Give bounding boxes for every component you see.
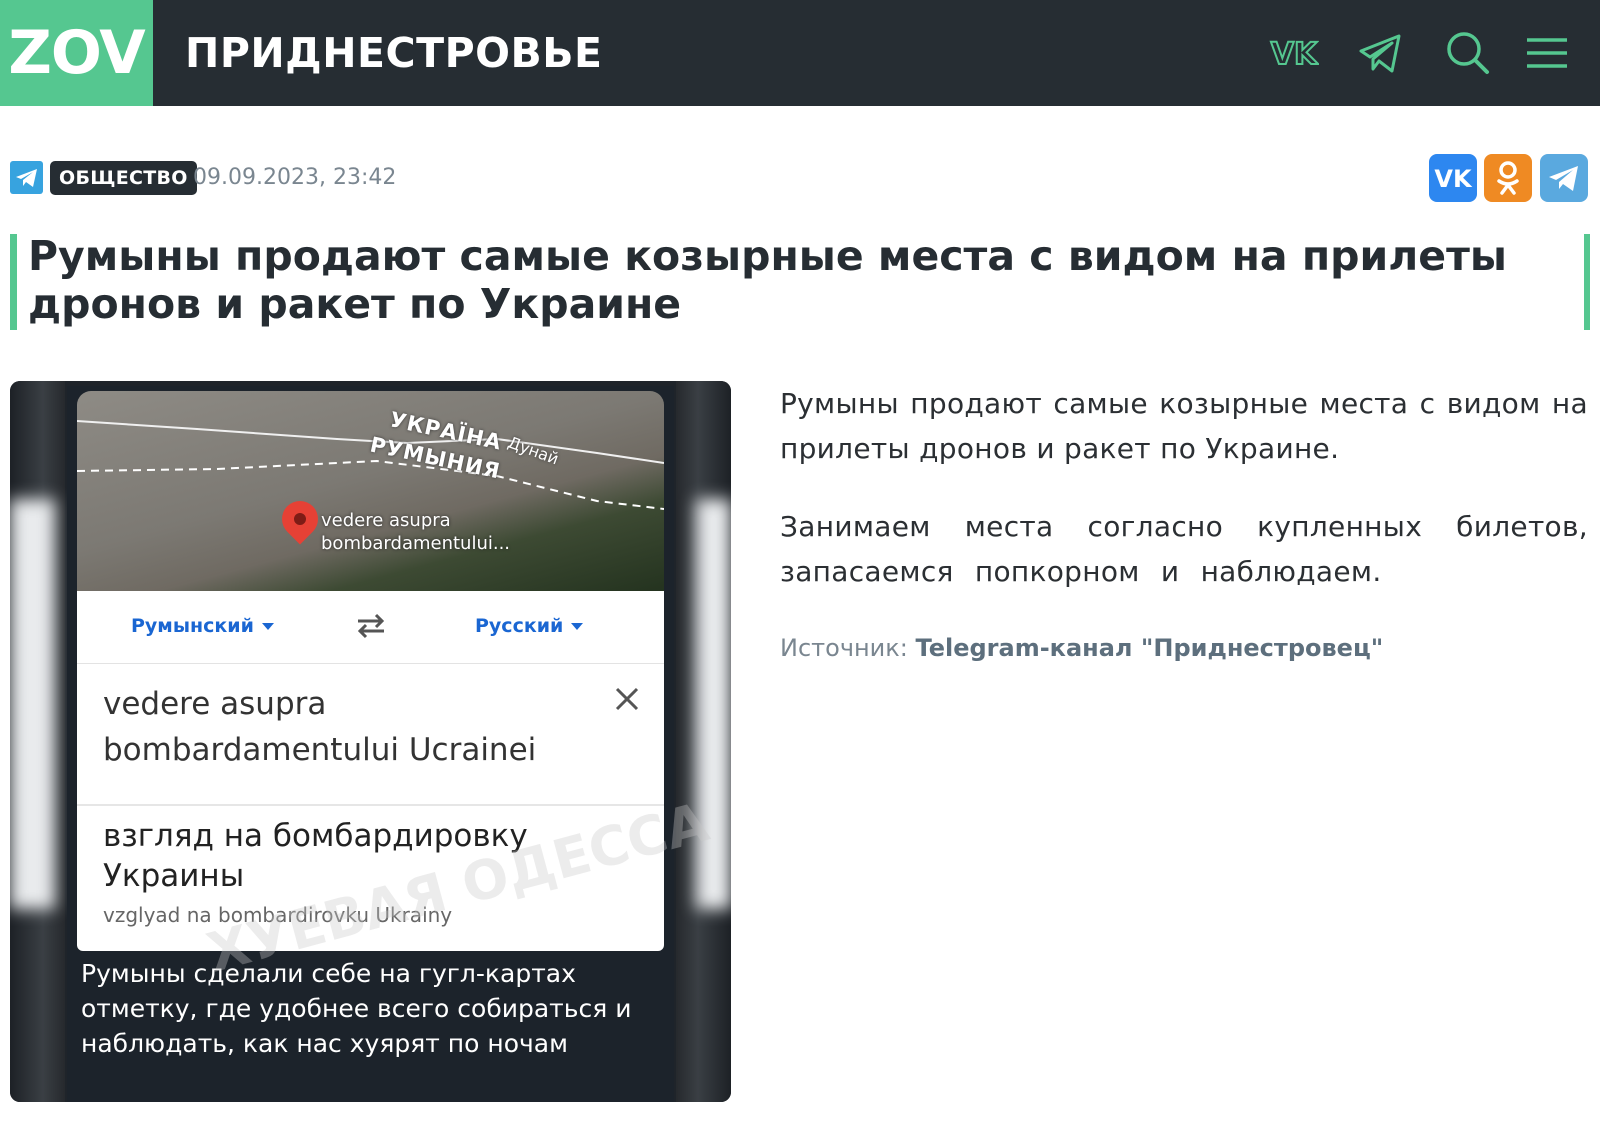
publish-date: 09.09.2023, 23:42 — [193, 165, 397, 190]
map-pin-label-line: vedere asupra — [321, 510, 451, 531]
site-header: ZOV ПРИДНЕСТРОВЬЕ VK — [0, 0, 1600, 106]
source-link[interactable]: Telegram-канал "Приднестровец" — [916, 634, 1384, 662]
close-icon — [615, 687, 639, 711]
article-paragraph: Занимаем места согласно купленных билето… — [780, 510, 1588, 588]
map-pin-label: vedere asupra bombardamentului... — [321, 509, 510, 555]
article-image[interactable]: УКРАЇНА РУМЫНИЯ Дунай vedere asupra bomb… — [10, 381, 731, 1102]
telegram-icon[interactable] — [10, 161, 43, 194]
headline-accent-bar — [10, 234, 17, 330]
vk-icon: VK — [1434, 165, 1473, 193]
map-pin-label-line: bombardamentului... — [321, 533, 511, 554]
translated-text: взгляд на бомбардировку Украины — [103, 818, 528, 894]
article-title: Румыны продают самые козырные места с ви… — [28, 232, 1507, 328]
site-title[interactable]: ПРИДНЕСТРОВЬЕ — [185, 0, 602, 106]
map-view: УКРАЇНА РУМЫНИЯ Дунай vedere asupra bomb… — [77, 391, 664, 591]
headline-accent-bar — [1584, 234, 1590, 330]
image-caption: Румыны сделали себе на гугл-картах отмет… — [81, 959, 632, 1058]
share-odnoklassniki-button[interactable] — [1484, 154, 1532, 202]
translator-panel: Румынский Русский vedere asupra bombarda… — [77, 591, 664, 951]
telegram-icon[interactable] — [1355, 28, 1405, 78]
search-icon[interactable] — [1443, 28, 1493, 78]
telegram-icon — [1549, 166, 1578, 191]
menu-icon[interactable] — [1522, 28, 1572, 78]
divider — [77, 804, 664, 806]
vk-icon[interactable]: VK — [1269, 28, 1320, 78]
chevron-down-icon — [571, 623, 584, 630]
svg-text:VK: VK — [1434, 165, 1473, 193]
source-label: Источник: — [780, 634, 908, 662]
share-telegram-button[interactable] — [1540, 154, 1588, 202]
svg-text:VK: VK — [1271, 37, 1319, 72]
image-blur-edge — [696, 499, 731, 909]
article-paragraph: Румыны продают самые козырные места с ви… — [780, 387, 1588, 465]
target-language-label: Русский — [475, 615, 564, 637]
site-logo[interactable]: ZOV — [0, 0, 153, 106]
phone-screenshot: УКРАЇНА РУМЫНИЯ Дунай vedere asupra bomb… — [67, 386, 674, 1102]
border-lines — [77, 420, 664, 510]
odnoklassniki-icon — [1497, 161, 1519, 195]
share-vk-button[interactable]: VK — [1429, 154, 1477, 202]
transliteration: vzglyad na bombardirovku Ukrainy — [103, 903, 453, 927]
swap-icon — [357, 613, 385, 639]
language-selector: Румынский Русский — [77, 591, 664, 664]
source-language: Румынский — [131, 615, 274, 637]
chevron-down-icon — [261, 623, 274, 630]
target-language: Русский — [475, 615, 584, 637]
image-blur-edge — [10, 499, 55, 909]
source-line: Источник: Telegram-канал "Приднестровец" — [780, 631, 1383, 665]
source-text: vedere asupra bombardamentului Ucrainei — [103, 686, 537, 768]
source-language-label: Румынский — [131, 615, 254, 637]
category-badge[interactable]: ОБЩЕСТВО — [50, 161, 197, 195]
